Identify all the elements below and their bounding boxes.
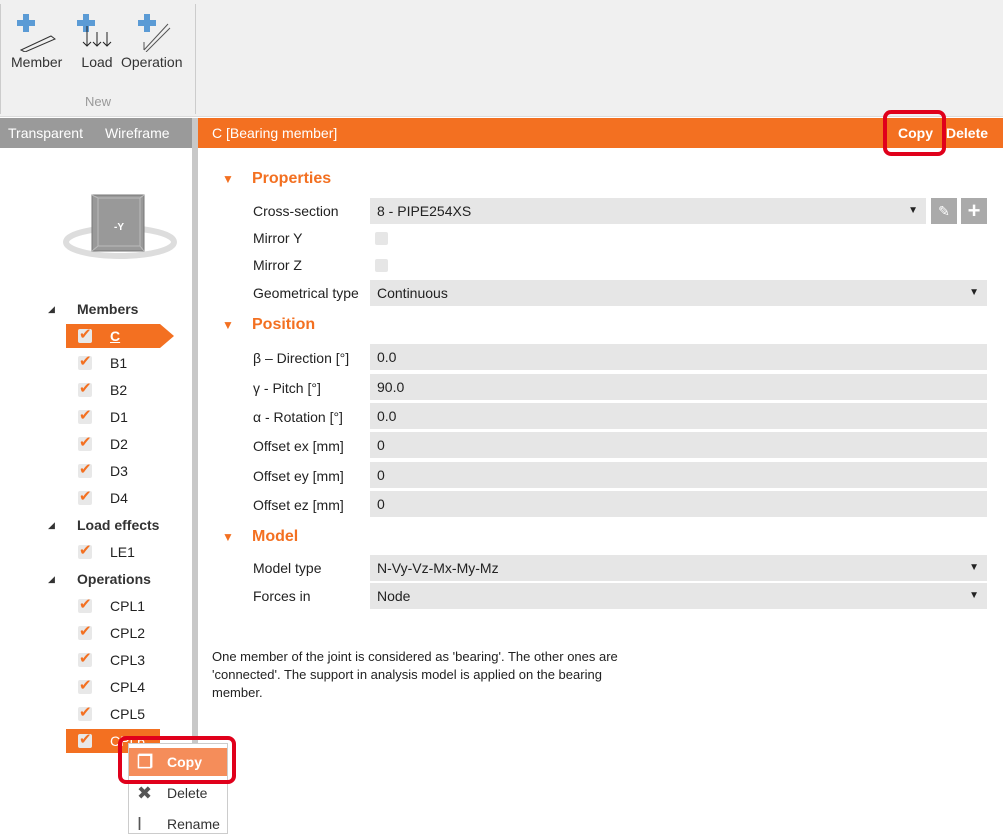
position-label: Offset ey [mm] <box>253 468 344 484</box>
new-member-button[interactable]: Member <box>11 12 62 70</box>
highlight-menu-copy <box>118 736 236 784</box>
section-properties[interactable]: ▼ Properties <box>222 170 331 188</box>
position-label: Offset ex [mm] <box>253 438 344 454</box>
cross-section-label: Cross-section <box>253 203 339 219</box>
mirror-z-checkbox[interactable] <box>375 259 388 272</box>
panel-splitter[interactable] <box>192 118 198 834</box>
highlight-copy <box>883 110 946 156</box>
position-input[interactable]: 0.0 <box>370 344 987 370</box>
transparent-button[interactable]: Transparent <box>8 125 83 141</box>
position-input[interactable]: 0.0 <box>370 403 987 429</box>
edit-pencil-icon[interactable]: ✎ <box>931 198 957 224</box>
geometrical-type-label: Geometrical type <box>253 285 359 301</box>
member-title: C [Bearing member] <box>212 125 338 141</box>
collapse-icon[interactable]: ◢ <box>48 520 55 531</box>
new-group: Member Load Operation New <box>0 4 196 114</box>
checkbox[interactable] <box>78 485 92 509</box>
tree-item[interactable]: B2 <box>66 377 166 402</box>
view-cube[interactable]: -Y <box>60 190 180 273</box>
mirror-y-checkbox[interactable] <box>375 232 388 245</box>
tree-item[interactable]: D3 <box>66 458 166 483</box>
tree-item[interactable]: D2 <box>66 431 166 456</box>
tree-item[interactable]: D4 <box>66 485 166 510</box>
collapse-icon[interactable]: ◢ <box>48 574 55 585</box>
model-type-label: Model type <box>253 560 322 576</box>
tree-item[interactable]: CPL4 <box>66 674 166 699</box>
tree-group-loads[interactable]: Load effects <box>77 513 159 537</box>
position-label: α - Rotation [°] <box>253 409 343 425</box>
section-model[interactable]: ▼ Model <box>222 528 298 546</box>
forces-in-label: Forces in <box>253 588 311 604</box>
collapse-icon[interactable]: ◢ <box>48 304 55 315</box>
checkbox[interactable] <box>78 431 92 455</box>
group-label: New <box>84 94 111 109</box>
tree-item[interactable]: CPL3 <box>66 647 166 672</box>
tree-item[interactable]: D1 <box>66 404 166 429</box>
position-label: Offset ez [mm] <box>253 497 344 513</box>
view-bar: Transparent Wireframe <box>0 118 192 148</box>
position-input[interactable]: 0 <box>370 462 987 488</box>
add-plus-icon[interactable]: + <box>961 198 987 224</box>
tree-item[interactable]: CPL2 <box>66 620 166 645</box>
checkbox[interactable] <box>78 620 92 644</box>
checkbox[interactable] <box>78 674 92 698</box>
checkbox[interactable] <box>78 593 92 617</box>
cross-section-select[interactable]: 8 - PIPE254XS ▼ <box>370 198 926 224</box>
model-type-select[interactable]: N-Vy-Vz-Mx-My-Mz ▼ <box>370 555 987 581</box>
checkbox[interactable] <box>78 647 92 671</box>
tree-item[interactable]: CPL5 <box>66 701 166 726</box>
checkbox[interactable] <box>78 377 92 401</box>
tree-item[interactable]: C <box>66 323 160 348</box>
ribbon: Member Load Operation New <box>0 0 1003 117</box>
add-member-icon <box>16 14 56 52</box>
position-label: γ - Pitch [°] <box>253 380 321 396</box>
tree-item[interactable]: CPL1 <box>66 593 166 618</box>
checkbox[interactable] <box>78 728 92 752</box>
svg-text:-Y: -Y <box>114 222 124 233</box>
new-load-button[interactable]: Load <box>77 12 117 70</box>
tree-group-members[interactable]: Members <box>77 297 138 321</box>
add-load-icon <box>77 14 112 47</box>
tree-item[interactable]: LE1 <box>66 539 166 564</box>
tree-item[interactable]: B1 <box>66 350 166 375</box>
position-input[interactable]: 0 <box>370 491 987 517</box>
position-label: β – Direction [°] <box>253 350 350 366</box>
checkbox[interactable] <box>78 350 92 374</box>
delete-button[interactable]: Delete <box>946 118 988 148</box>
forces-in-select[interactable]: Node ▼ <box>370 583 987 609</box>
mirror-z-label: Mirror Z <box>253 257 302 273</box>
tree-group-operations[interactable]: Operations <box>77 567 151 591</box>
checkbox[interactable] <box>78 539 92 563</box>
mirror-y-label: Mirror Y <box>253 230 303 246</box>
checkbox[interactable] <box>78 701 92 725</box>
checkbox[interactable] <box>78 323 92 347</box>
wireframe-button[interactable]: Wireframe <box>105 125 170 141</box>
geometrical-type-select[interactable]: Continuous ▼ <box>370 280 987 306</box>
add-operation-icon <box>137 14 171 52</box>
section-position[interactable]: ▼ Position <box>222 316 315 334</box>
position-input[interactable]: 0 <box>370 432 987 458</box>
checkbox[interactable] <box>78 458 92 482</box>
new-operation-button[interactable]: Operation <box>121 12 182 70</box>
checkbox[interactable] <box>78 404 92 428</box>
info-note: One member of the joint is considered as… <box>212 649 618 700</box>
position-input[interactable]: 90.0 <box>370 374 987 400</box>
